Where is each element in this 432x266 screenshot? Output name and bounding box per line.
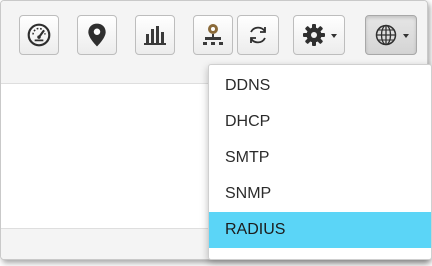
menu-item-radius[interactable]: RADIUS	[209, 212, 431, 248]
gear-icon	[303, 24, 325, 46]
menu-item-snmp[interactable]: SNMP	[209, 176, 431, 212]
statistics-button[interactable]	[135, 15, 175, 55]
menu-item-smtp[interactable]: SMTP	[209, 140, 431, 176]
menu-item-dhcp[interactable]: DHCP	[209, 104, 431, 140]
network-icon	[203, 24, 223, 45]
location-button[interactable]	[77, 15, 117, 55]
bar-chart-icon	[144, 26, 166, 45]
chevron-down-icon	[403, 34, 409, 38]
refresh-button[interactable]	[237, 15, 279, 55]
network-button[interactable]	[193, 15, 233, 55]
dashboard-button[interactable]	[19, 15, 59, 55]
globe-button[interactable]	[365, 15, 417, 55]
dashboard-icon	[27, 23, 51, 47]
location-pin-icon	[88, 23, 106, 47]
chevron-down-icon	[331, 34, 337, 38]
globe-icon	[375, 24, 397, 46]
refresh-icon	[250, 26, 266, 44]
globe-dropdown-menu: DDNS DHCP SMTP SNMP RADIUS	[208, 64, 432, 260]
settings-button[interactable]	[293, 15, 345, 55]
menu-item-ddns[interactable]: DDNS	[209, 68, 431, 104]
